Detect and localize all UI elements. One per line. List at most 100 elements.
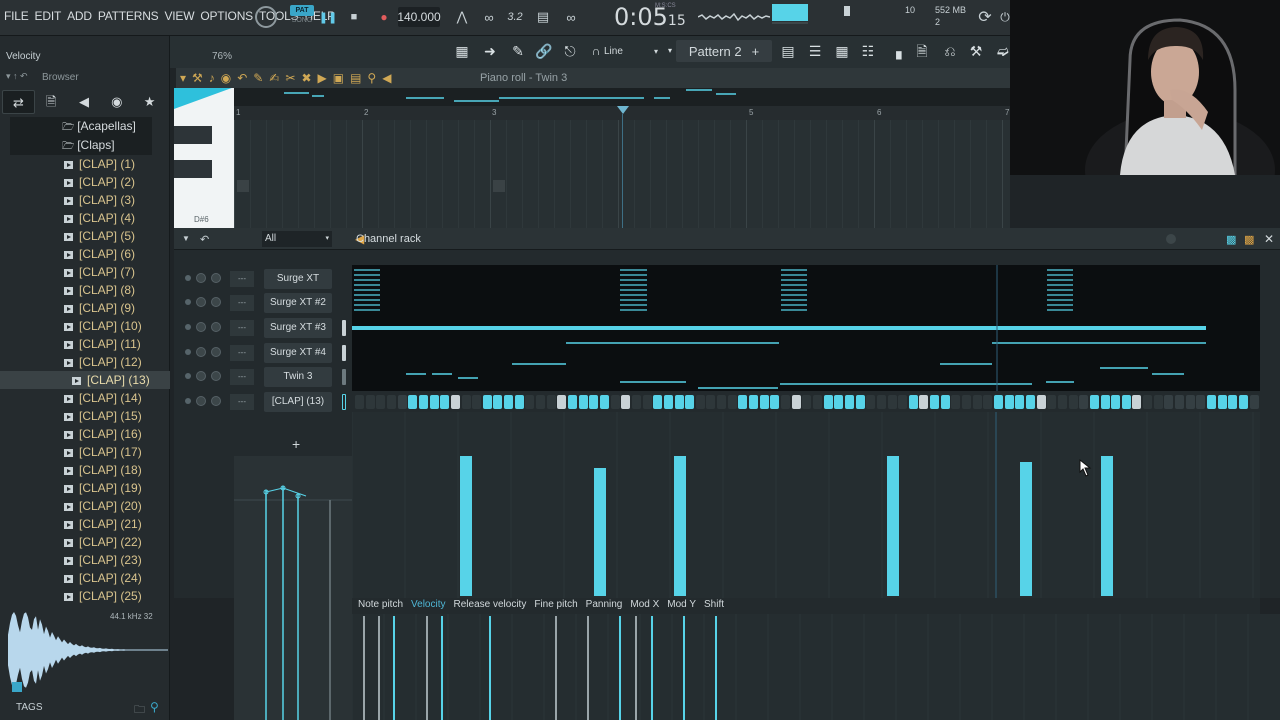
browser-item[interactable]: [CLAP] (19) bbox=[0, 479, 170, 497]
step-button[interactable] bbox=[1111, 395, 1121, 409]
channel-mixer-track[interactable]: --- bbox=[230, 320, 254, 336]
channel-name-button[interactable]: Twin 3 bbox=[264, 367, 332, 387]
velocity-bar[interactable] bbox=[887, 456, 899, 596]
step-button[interactable] bbox=[855, 395, 865, 409]
piano-keys[interactable]: D#6 bbox=[174, 88, 234, 228]
step-button[interactable] bbox=[1121, 395, 1131, 409]
channel-piano-roll-preview[interactable] bbox=[352, 265, 1260, 391]
menu-options[interactable]: OPTIONS bbox=[200, 9, 253, 23]
step-button[interactable] bbox=[1132, 395, 1142, 409]
step-button[interactable] bbox=[1057, 395, 1067, 409]
step-button[interactable] bbox=[365, 395, 375, 409]
browser-item[interactable]: [CLAP] (20) bbox=[0, 497, 170, 515]
channel-volume-knob[interactable] bbox=[211, 371, 221, 381]
link-icon[interactable]: 🔗 bbox=[534, 42, 554, 60]
step-button[interactable] bbox=[1068, 395, 1078, 409]
step-button[interactable] bbox=[781, 395, 790, 409]
step-button[interactable] bbox=[1089, 395, 1099, 409]
step-button[interactable] bbox=[493, 395, 503, 409]
piano-roll-view-icon[interactable]: ☰ bbox=[805, 42, 825, 60]
browser-item[interactable]: [CLAP] (5) bbox=[0, 227, 170, 245]
step-button[interactable] bbox=[1175, 395, 1185, 409]
step-button[interactable] bbox=[642, 395, 652, 409]
stamp-icon[interactable]: ⎋ bbox=[560, 42, 580, 60]
browser-item[interactable]: [CLAP] (14) bbox=[0, 389, 170, 407]
channel-mixer-track[interactable]: --- bbox=[230, 394, 254, 410]
step-button[interactable] bbox=[631, 395, 641, 409]
channel-volume-knob[interactable] bbox=[211, 396, 221, 406]
channel-mixer-track[interactable]: --- bbox=[230, 345, 254, 361]
master-knob[interactable] bbox=[255, 6, 277, 28]
browser-item[interactable]: [CLAP] (4) bbox=[0, 209, 170, 227]
menu-patterns[interactable]: PATTERNS bbox=[98, 9, 159, 23]
step-button[interactable] bbox=[1004, 395, 1014, 409]
step-button[interactable] bbox=[1249, 395, 1259, 409]
step-button[interactable] bbox=[994, 395, 1003, 409]
pattern-selector[interactable]: Pattern 2 + bbox=[676, 40, 772, 62]
step-button[interactable] bbox=[898, 395, 908, 409]
step-button[interactable] bbox=[770, 395, 780, 409]
browser-item[interactable]: [CLAP] (25) bbox=[0, 587, 170, 605]
step-button[interactable] bbox=[1207, 395, 1216, 409]
step-button[interactable] bbox=[930, 395, 940, 409]
blend-icon[interactable]: ∞ bbox=[560, 6, 582, 28]
event-tab[interactable]: Note pitch bbox=[358, 598, 403, 614]
add-channel-button[interactable]: + bbox=[292, 436, 300, 452]
step-button[interactable] bbox=[461, 395, 471, 409]
channel-select-indicator[interactable] bbox=[342, 369, 346, 385]
step-button[interactable] bbox=[418, 395, 428, 409]
step-button[interactable] bbox=[514, 395, 524, 409]
browser-star-icon[interactable]: ★ bbox=[133, 90, 166, 114]
channel-pan-knob[interactable] bbox=[196, 273, 206, 283]
step-button[interactable] bbox=[472, 395, 482, 409]
add-pattern-button[interactable]: + bbox=[752, 44, 760, 59]
velocity-lane[interactable] bbox=[351, 412, 1260, 598]
folder-icon[interactable]: 🗀 bbox=[134, 701, 145, 720]
loop-record-icon[interactable]: ∞ bbox=[478, 6, 500, 28]
browser-item[interactable]: [CLAP] (11) bbox=[0, 335, 170, 353]
step-button[interactable] bbox=[695, 395, 705, 409]
channel-name-button[interactable]: Surge XT #4 bbox=[264, 343, 332, 363]
playlist-icon[interactable]: ▤ bbox=[778, 42, 798, 60]
step-button[interactable] bbox=[386, 395, 396, 409]
browser-item[interactable]: [CLAP] (23) bbox=[0, 551, 170, 569]
event-tab[interactable]: Release velocity bbox=[454, 598, 527, 614]
browser-folder[interactable]: 🗁 [Acapellas] bbox=[10, 117, 152, 136]
step-button[interactable] bbox=[450, 395, 460, 409]
step-button[interactable] bbox=[1100, 395, 1110, 409]
browser-item[interactable]: [CLAP] (17) bbox=[0, 443, 170, 461]
cpu-slider[interactable] bbox=[844, 6, 850, 16]
channel-pan-knob[interactable] bbox=[196, 371, 206, 381]
channel-name-button[interactable]: [CLAP] (13) bbox=[264, 392, 332, 412]
browser-item[interactable]: [CLAP] (8) bbox=[0, 281, 170, 299]
step-button[interactable] bbox=[983, 395, 993, 409]
channel-mute-led[interactable] bbox=[185, 349, 191, 355]
channel-volume-knob[interactable] bbox=[211, 322, 221, 332]
metronome-icon[interactable]: ⋀ bbox=[452, 6, 472, 28]
step-button[interactable] bbox=[440, 395, 450, 409]
step-button[interactable] bbox=[1238, 395, 1248, 409]
channel-row[interactable]: --- Surge XT bbox=[180, 268, 352, 290]
browser-speaker-icon[interactable]: ◀ bbox=[68, 90, 101, 114]
step-button[interactable] bbox=[1196, 395, 1206, 409]
channel-mute-led[interactable] bbox=[185, 299, 191, 305]
menu-view[interactable]: VIEW bbox=[164, 9, 194, 23]
step-button[interactable] bbox=[355, 395, 364, 409]
channel-mute-led[interactable] bbox=[185, 275, 191, 281]
step-button[interactable] bbox=[844, 395, 854, 409]
stop-button[interactable]: ■ bbox=[344, 6, 364, 28]
sample-play-icon[interactable] bbox=[12, 682, 22, 692]
step-button[interactable] bbox=[397, 395, 407, 409]
step-edit-icon[interactable]: ▤ bbox=[532, 6, 554, 28]
piano-roll-tools[interactable]: ▾⚒♪◉↶✎✍✂✖▶▣▤⚲◀ bbox=[180, 71, 397, 85]
channel-select-indicator[interactable] bbox=[342, 345, 346, 361]
black-key[interactable] bbox=[174, 126, 212, 144]
browser-item[interactable]: [CLAP] (9) bbox=[0, 299, 170, 317]
mixer-view-icon[interactable]: ☷ bbox=[858, 42, 878, 60]
step-button[interactable] bbox=[546, 395, 556, 409]
step-button[interactable] bbox=[962, 395, 972, 409]
channel-mute-led[interactable] bbox=[185, 324, 191, 330]
browser-item[interactable]: [CLAP] (3) bbox=[0, 191, 170, 209]
channel-name-button[interactable]: Surge XT #3 bbox=[264, 318, 332, 338]
event-editor-area[interactable] bbox=[351, 614, 1280, 720]
